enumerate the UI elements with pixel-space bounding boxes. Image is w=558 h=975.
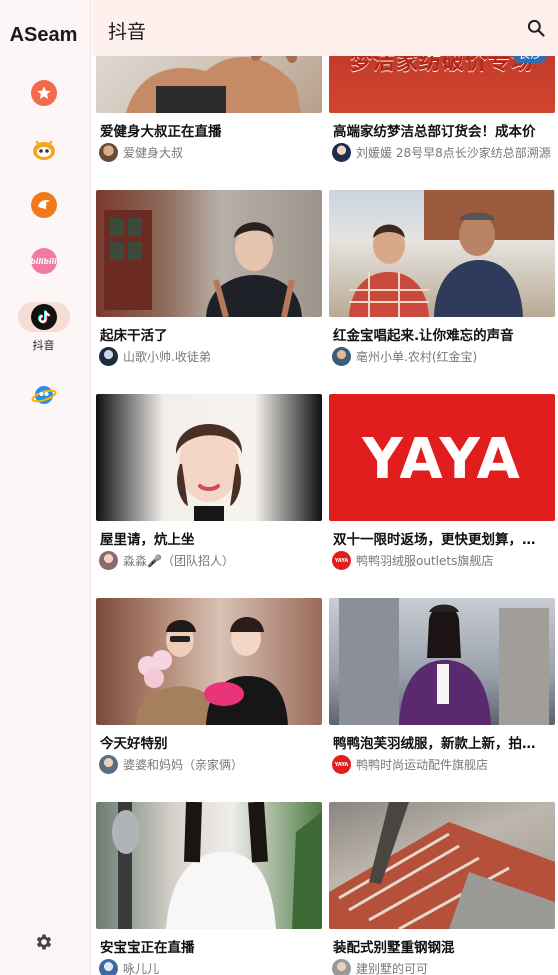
avatar: [99, 347, 118, 366]
sidebar-item-bilibili[interactable]: bilibili: [0, 248, 87, 274]
pocket-icon: [30, 192, 57, 218]
sidebar-item-douyin[interactable]: 抖音: [0, 302, 87, 353]
video-thumbnail: YAYA: [329, 394, 555, 521]
video-thumbnail: [329, 190, 555, 317]
card-title: 红金宝唱起来.让你难忘的声音: [333, 328, 514, 344]
video-card[interactable]: 起床干活了 山歌小帅.收徒弟: [96, 190, 322, 366]
card-title: 起床干活了: [100, 328, 168, 344]
video-thumbnail: [96, 598, 322, 725]
author-name: 山歌小帅.收徒弟: [123, 350, 211, 364]
video-thumbnail: [96, 802, 322, 929]
sidebar-item-weibo[interactable]: [0, 382, 87, 408]
author-name: 婆婆和妈妈（亲家俩）: [123, 758, 244, 772]
card-author[interactable]: 建别墅的可可: [332, 959, 554, 975]
card-author[interactable]: 淼淼🎤（团队招人）: [99, 551, 321, 570]
app-window: ASeam bilibili 抖音 抖音 爱健身大叔正在直播 爱健身大叔 梦洁家…: [0, 0, 558, 975]
video-card[interactable]: 装配式别墅重钢钢混 建别墅的可可: [329, 802, 555, 975]
card-author[interactable]: 山歌小帅.收徒弟: [99, 347, 321, 366]
avatar: [332, 347, 351, 366]
avatar: [99, 143, 118, 162]
video-card[interactable]: 安宝宝正在直播 咏儿儿: [96, 802, 322, 975]
video-card[interactable]: 爱健身大叔正在直播 爱健身大叔: [96, 56, 322, 162]
card-author[interactable]: YAYA 鸭鸭羽绒服outlets旗舰店: [332, 551, 554, 570]
search-button[interactable]: [524, 16, 548, 40]
yaya-logo: YAYA: [362, 427, 522, 492]
page-title: 抖音: [108, 21, 147, 43]
avatar: YAYA: [332, 551, 351, 570]
card-title: 今天好特别: [100, 736, 168, 752]
card-title: 高端家纺梦洁总部订货会！成本价: [333, 124, 536, 140]
author-name: 建别墅的可可: [356, 962, 429, 975]
card-title: 双十一限时返场，更快更划算，…: [333, 532, 536, 548]
card-author[interactable]: 咏儿儿: [99, 959, 321, 975]
video-feed[interactable]: 爱健身大叔正在直播 爱健身大叔 梦洁家纺破价专场 长沙 高端家纺梦洁总部订货会！…: [96, 56, 558, 975]
author-name: 刘媛媛 28号早8点长沙家纺总部溯源: [356, 146, 551, 160]
avatar: [99, 551, 118, 570]
card-title: 屋里请，炕上坐: [100, 532, 195, 548]
video-thumbnail: [96, 394, 322, 521]
globe-icon: [31, 382, 57, 408]
card-title: 鸭鸭泡芙羽绒服，新款上新，拍…: [333, 736, 536, 752]
card-author[interactable]: 爱健身大叔: [99, 143, 321, 162]
card-author[interactable]: 婆婆和妈妈（亲家俩）: [99, 755, 321, 774]
video-card[interactable]: 鸭鸭泡芙羽绒服，新款上新，拍… YAYA 鸭鸭时尚运动配件旗舰店: [329, 598, 555, 774]
author-name: 鸭鸭时尚运动配件旗舰店: [356, 758, 489, 772]
top-app-bar: 抖音: [92, 0, 558, 56]
card-title: 爱健身大叔正在直播: [100, 124, 222, 140]
avatar: [332, 959, 351, 975]
sidebar-item-kuaishou[interactable]: [0, 136, 87, 162]
avatar: YAYA: [332, 755, 351, 774]
search-icon: [527, 19, 545, 37]
video-thumbnail: [96, 56, 322, 113]
star-icon: [30, 80, 57, 106]
avatar: [99, 755, 118, 774]
avatar: [332, 143, 351, 162]
video-thumbnail: [329, 802, 555, 929]
card-author[interactable]: YAYA 鸭鸭时尚运动配件旗舰店: [332, 755, 554, 774]
sidebar-item-label: 抖音: [32, 339, 55, 352]
video-card[interactable]: YAYA 双十一限时返场，更快更划算，… YAYA 鸭鸭羽绒服outlets旗舰…: [329, 394, 555, 570]
card-title: 装配式别墅重钢钢混: [333, 940, 455, 956]
douyin-icon: [30, 304, 57, 330]
author-name: 淼淼🎤（团队招人）: [123, 554, 234, 568]
author-name: 鸭鸭羽绒服outlets旗舰店: [356, 554, 494, 568]
settings-button[interactable]: [31, 929, 57, 955]
author-name: 爱健身大叔: [123, 146, 184, 160]
video-card[interactable]: 今天好特别 婆婆和妈妈（亲家俩）: [96, 598, 322, 774]
video-thumbnail: [329, 598, 555, 725]
app-brand: ASeam: [9, 24, 78, 46]
video-thumbnail: 梦洁家纺破价专场 长沙: [329, 56, 555, 113]
video-card[interactable]: 屋里请，炕上坐 淼淼🎤（团队招人）: [96, 394, 322, 570]
bilibili-icon: bilibili: [30, 248, 57, 274]
banner-city: 长沙: [512, 56, 547, 63]
sidebar: ASeam bilibili 抖音: [0, 0, 91, 975]
author-name: 咏儿儿: [123, 962, 160, 975]
gear-icon: [36, 934, 52, 950]
card-author[interactable]: 刘媛媛 28号早8点长沙家纺总部溯源: [332, 143, 554, 162]
card-author[interactable]: 亳州小单.农村(红金宝): [332, 347, 554, 366]
kuaishou-icon: [31, 136, 57, 162]
sidebar-item-pocket[interactable]: [0, 192, 87, 218]
active-indicator: [17, 302, 70, 332]
author-name: 亳州小单.农村(红金宝): [356, 350, 478, 364]
video-thumbnail: [96, 190, 322, 317]
avatar: [99, 959, 118, 975]
card-title: 安宝宝正在直播: [100, 940, 195, 956]
video-card[interactable]: 梦洁家纺破价专场 长沙 高端家纺梦洁总部订货会！成本价 刘媛媛 28号早8点长沙…: [329, 56, 555, 162]
sidebar-item-favorites[interactable]: [0, 80, 87, 106]
video-card[interactable]: 红金宝唱起来.让你难忘的声音 亳州小单.农村(红金宝): [329, 190, 555, 366]
